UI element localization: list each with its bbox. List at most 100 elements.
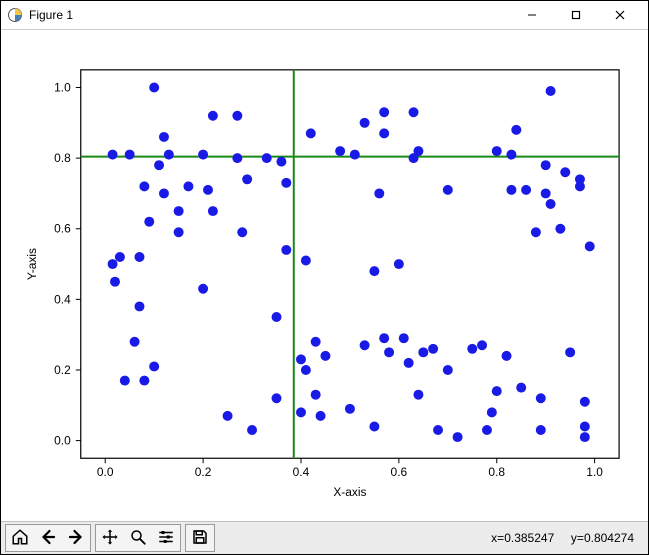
window-title: Figure 1: [29, 8, 510, 22]
data-point: [272, 312, 282, 322]
data-point: [125, 150, 135, 160]
move-icon: [101, 528, 119, 549]
data-point: [164, 150, 174, 160]
data-point: [394, 259, 404, 269]
data-point: [379, 107, 389, 117]
back-button[interactable]: [34, 525, 62, 551]
data-point: [183, 181, 193, 191]
x-tick-label: 0.6: [391, 465, 408, 479]
data-point: [433, 425, 443, 435]
app-icon: [7, 7, 23, 23]
data-point: [281, 178, 291, 188]
data-point: [374, 188, 384, 198]
data-point: [541, 188, 551, 198]
data-point: [149, 361, 159, 371]
cursor-coordinates: x=0.385247 y=0.804274: [491, 531, 644, 545]
data-point: [575, 181, 585, 191]
y-tick-label: 0.8: [54, 151, 71, 165]
plot-canvas[interactable]: 0.00.20.40.60.81.00.00.20.40.60.81.0X-ax…: [1, 30, 648, 521]
data-point: [198, 150, 208, 160]
data-point: [301, 365, 311, 375]
data-point: [511, 125, 521, 135]
arrow-right-icon: [67, 528, 85, 549]
data-point: [409, 107, 419, 117]
data-point: [159, 132, 169, 142]
data-point: [413, 146, 423, 156]
sliders-icon: [157, 528, 175, 549]
data-point: [203, 185, 213, 195]
data-point: [198, 284, 208, 294]
maximize-button[interactable]: [554, 1, 598, 29]
data-point: [247, 425, 257, 435]
nav-group-home: [5, 524, 91, 552]
data-point: [467, 344, 477, 354]
titlebar: Figure 1: [1, 1, 648, 30]
y-tick-label: 0.0: [54, 434, 71, 448]
data-point: [237, 227, 247, 237]
x-tick-label: 0.4: [293, 465, 310, 479]
data-point: [120, 376, 130, 386]
y-tick-label: 1.0: [54, 80, 71, 94]
data-point: [242, 174, 252, 184]
data-point: [174, 227, 184, 237]
forward-button[interactable]: [62, 525, 90, 551]
data-point: [134, 301, 144, 311]
nav-group-view: [95, 524, 181, 552]
data-point: [580, 397, 590, 407]
x-tick-label: 0.8: [488, 465, 505, 479]
data-point: [335, 146, 345, 156]
data-point: [139, 376, 149, 386]
data-point: [585, 241, 595, 251]
coord-x-value: 0.385247: [504, 531, 554, 545]
data-point: [453, 432, 463, 442]
close-button[interactable]: [598, 1, 642, 29]
configure-button[interactable]: [152, 525, 180, 551]
save-icon: [191, 528, 209, 549]
data-point: [306, 128, 316, 138]
data-point: [521, 185, 531, 195]
data-point: [311, 390, 321, 400]
data-point: [144, 217, 154, 227]
data-point: [174, 206, 184, 216]
data-point: [208, 206, 218, 216]
data-point: [130, 337, 140, 347]
data-point: [115, 252, 125, 262]
data-point: [443, 365, 453, 375]
home-button[interactable]: [6, 525, 34, 551]
data-point: [502, 351, 512, 361]
data-point: [399, 333, 409, 343]
x-tick-label: 1.0: [586, 465, 603, 479]
data-point: [320, 351, 330, 361]
data-point: [232, 153, 242, 163]
data-point: [404, 358, 414, 368]
pan-button[interactable]: [96, 525, 124, 551]
coord-y-value: 0.804274: [584, 531, 634, 545]
data-point: [492, 386, 502, 396]
data-point: [154, 160, 164, 170]
data-point: [281, 245, 291, 255]
data-point: [443, 185, 453, 195]
data-point: [384, 347, 394, 357]
data-point: [108, 259, 118, 269]
home-icon: [11, 528, 29, 549]
data-point: [580, 421, 590, 431]
minimize-button[interactable]: [510, 1, 554, 29]
nav-toolbar: x=0.385247 y=0.804274: [1, 521, 648, 554]
y-tick-label: 0.4: [54, 292, 71, 306]
data-point: [296, 354, 306, 364]
save-button[interactable]: [186, 525, 214, 551]
data-point: [413, 390, 423, 400]
data-point: [296, 407, 306, 417]
data-point: [139, 181, 149, 191]
data-point: [482, 425, 492, 435]
x-tick-label: 0.2: [195, 465, 212, 479]
coord-x-label: x=: [491, 531, 504, 545]
zoom-button[interactable]: [124, 525, 152, 551]
data-point: [262, 153, 272, 163]
data-point: [536, 393, 546, 403]
data-point: [379, 128, 389, 138]
data-point: [506, 150, 516, 160]
data-point: [272, 393, 282, 403]
data-point: [360, 118, 370, 128]
x-tick-label: 0.0: [97, 465, 114, 479]
